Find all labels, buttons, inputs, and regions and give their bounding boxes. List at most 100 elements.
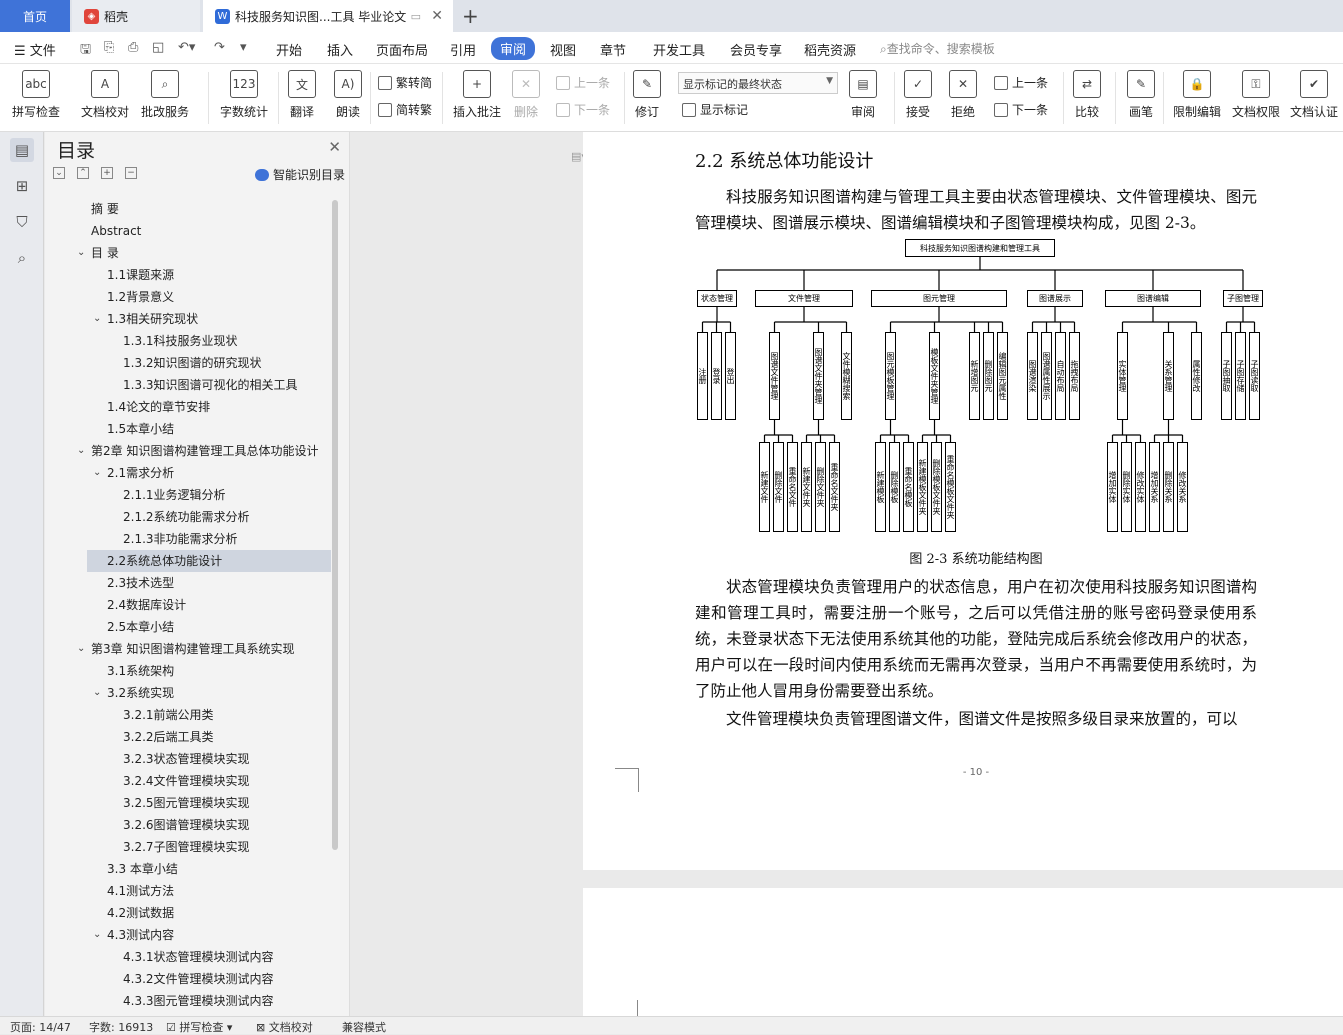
close-icon[interactable]: ✕	[328, 138, 341, 156]
annotate-service-button[interactable]: ⌕ 批改服务	[141, 70, 189, 120]
toc-item[interactable]: 1.4论文的章节安排	[107, 396, 323, 418]
menu-daoke-resources[interactable]: 稻壳资源	[804, 40, 856, 59]
review-pane-button[interactable]: ▤ 审阅	[849, 70, 877, 120]
preview-icon[interactable]: ◱	[152, 40, 164, 55]
doc-certify-button[interactable]: ✔ 文档认证	[1290, 70, 1338, 120]
menu-start[interactable]: 开始	[276, 40, 302, 59]
menu-insert[interactable]: 插入	[327, 40, 353, 59]
toc-item[interactable]: 2.1.1业务逻辑分析	[123, 484, 323, 506]
expand-all-icon[interactable]: ⌃	[77, 167, 89, 179]
toc-item[interactable]: 4.3.2文件管理模块测试内容	[123, 968, 323, 990]
status-spell-check[interactable]: ☑ 拼写检查 ▾	[166, 1019, 232, 1035]
menu-member[interactable]: 会员专享	[730, 40, 782, 59]
add-level-icon[interactable]: +	[101, 167, 113, 179]
toc-item[interactable]: 1.3.2知识图谱的研究现状	[123, 352, 323, 374]
toc-item[interactable]: 目 录	[91, 242, 323, 264]
command-search[interactable]: ⌕查找命令、搜索模板	[880, 40, 995, 57]
toc-item[interactable]: 3.2.7子图管理模块实现	[123, 836, 323, 858]
toc-expand-icon[interactable]: ⌄	[77, 440, 85, 462]
reject-button[interactable]: ✕ 拒绝	[949, 70, 977, 120]
toc-item[interactable]: 3.2.6图谱管理模块实现	[123, 814, 323, 836]
read-aloud-button[interactable]: A) 朗读	[334, 70, 362, 120]
menu-chapter[interactable]: 章节	[600, 40, 626, 59]
revise-button[interactable]: ✎ 修订	[633, 70, 661, 120]
toc-item[interactable]: 1.5本章小结	[107, 418, 323, 440]
toc-expand-icon[interactable]: ⌄	[77, 242, 85, 264]
show-markup-button[interactable]: 显示标记	[682, 101, 748, 118]
file-menu[interactable]: ☰ 文件	[14, 40, 56, 59]
page-indicator[interactable]: 页面: 14/47	[10, 1019, 71, 1035]
markup-state-select[interactable]: 显示标记的最终状态 ▼	[678, 72, 838, 94]
toc-item[interactable]: 3.2.3状态管理模块实现	[123, 748, 323, 770]
toc-item[interactable]: 3.3 本章小结	[107, 858, 323, 880]
remove-level-icon[interactable]: −	[125, 167, 137, 179]
toc-expand-icon[interactable]: ⌄	[93, 682, 101, 704]
bookmark-icon[interactable]: ⛉	[10, 210, 34, 234]
toc-item[interactable]: 1.1课题来源	[107, 264, 323, 286]
tab-home[interactable]: 首页	[0, 0, 70, 32]
toc-item[interactable]: 2.4数据库设计	[107, 594, 323, 616]
translate-button[interactable]: 文翻译	[288, 70, 316, 120]
accept-button[interactable]: ✓ 接受	[904, 70, 932, 120]
menu-reference[interactable]: 引用	[450, 40, 476, 59]
next-comment-button[interactable]: 下一条	[556, 101, 610, 118]
toc-item[interactable]: 第3章 知识图谱构建管理工具系统实现	[91, 638, 323, 660]
toc-item[interactable]: 1.3相关研究现状	[107, 308, 323, 330]
toc-expand-icon[interactable]: ⌄	[77, 638, 85, 660]
restrict-edit-button[interactable]: 🔒 限制编辑	[1173, 70, 1221, 120]
menu-review[interactable]: 审阅	[491, 37, 536, 60]
search-icon[interactable]: ⌕	[10, 246, 34, 270]
export-icon[interactable]: ⎘	[104, 40, 114, 55]
simp-to-trad-button[interactable]: 简转繁	[378, 101, 432, 118]
tab-document[interactable]: W 科技服务知识图...工具 毕业论文 ▭ ✕	[203, 0, 453, 32]
spell-check-button[interactable]: abc 拼写检查	[12, 70, 60, 120]
save-icon[interactable]: 🖫	[80, 40, 91, 62]
toc-item[interactable]: 4.2测试数据	[107, 902, 323, 924]
toc-item[interactable]: 2.5本章小结	[107, 616, 323, 638]
toc-item[interactable]: 4.3.1状态管理模块测试内容	[123, 946, 323, 968]
menu-layout[interactable]: 页面布局	[376, 40, 428, 59]
toc-panel-icon[interactable]: ▤	[10, 138, 34, 162]
toc-item[interactable]: 3.2.5图元管理模块实现	[123, 792, 323, 814]
prev-change-button[interactable]: 上一条	[994, 74, 1048, 91]
toc-item[interactable]: 第2章 知识图谱构建管理工具总体功能设计	[91, 440, 323, 462]
toc-item[interactable]: 3.2.4文件管理模块实现	[123, 770, 323, 792]
toc-item[interactable]: 2.1.3非功能需求分析	[123, 528, 323, 550]
prev-comment-button[interactable]: 上一条	[556, 74, 610, 91]
collapse-all-icon[interactable]: ⌄	[53, 167, 65, 179]
next-change-button[interactable]: 下一条	[994, 101, 1048, 118]
doc-permission-button[interactable]: ⚿ 文档权限	[1232, 70, 1280, 120]
trad-to-simp-button[interactable]: 繁转简	[378, 74, 432, 91]
toc-item[interactable]: 摘 要	[91, 198, 323, 220]
compare-button[interactable]: ⇄ 比较	[1073, 70, 1101, 120]
doc-proof-button[interactable]: A 文档校对	[81, 70, 129, 120]
toc-expand-icon[interactable]: ⌄	[93, 308, 101, 330]
toc-item[interactable]: 2.1需求分析	[107, 462, 323, 484]
toc-item[interactable]: 3.2.2后端工具类	[123, 726, 323, 748]
toc-scrollbar[interactable]	[332, 200, 338, 850]
toc-item[interactable]: 3.2.1前端公用类	[123, 704, 323, 726]
window-icon[interactable]: ▭	[411, 10, 421, 23]
redo-icon[interactable]: ↷	[214, 40, 225, 55]
more-icon[interactable]: ▾	[240, 40, 247, 55]
status-doc-proof[interactable]: ⊠ 文档校对	[256, 1019, 313, 1035]
toc-item[interactable]: 1.3.1科技服务业现状	[123, 330, 323, 352]
close-tab-icon[interactable]: ✕	[431, 8, 443, 24]
word-count-indicator[interactable]: 字数: 16913	[89, 1019, 153, 1035]
new-tab-button[interactable]: +	[462, 4, 479, 28]
tab-daoke[interactable]: ◈ 稻壳	[72, 0, 200, 32]
smart-toc-button[interactable]: 智能识别目录	[254, 166, 345, 183]
word-count-button[interactable]: 123 字数统计	[220, 70, 268, 120]
toc-item[interactable]: 2.3技术选型	[107, 572, 323, 594]
delete-comment-button[interactable]: ✕ 删除	[512, 70, 540, 120]
menu-view[interactable]: 视图	[550, 40, 576, 59]
toc-item[interactable]: 4.1测试方法	[107, 880, 323, 902]
toc-item[interactable]: 3.2系统实现	[107, 682, 323, 704]
toc-item[interactable]: 1.2背景意义	[107, 286, 323, 308]
toc-item[interactable]: 1.3.3知识图谱可视化的相关工具	[123, 374, 323, 396]
toc-item[interactable]: Abstract	[91, 220, 323, 242]
pen-button[interactable]: ✎ 画笔	[1127, 70, 1155, 120]
toc-item[interactable]: 4.3测试内容	[107, 924, 323, 946]
toc-expand-icon[interactable]: ⌄	[93, 924, 101, 946]
toc-expand-icon[interactable]: ⌄	[93, 462, 101, 484]
